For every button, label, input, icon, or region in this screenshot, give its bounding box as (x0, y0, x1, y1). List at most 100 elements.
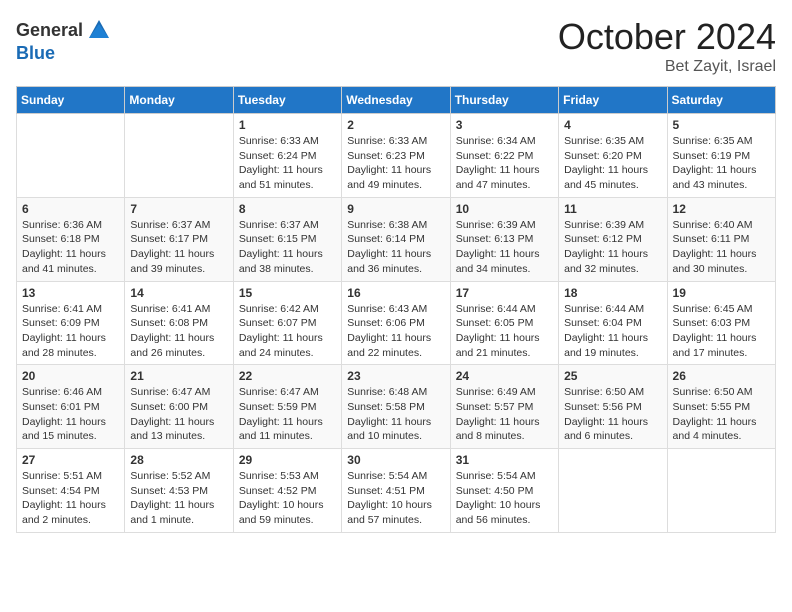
day-number: 18 (564, 286, 661, 300)
day-number: 23 (347, 369, 444, 383)
calendar-day-cell: 15Sunrise: 6:42 AMSunset: 6:07 PMDayligh… (233, 281, 341, 365)
day-number: 11 (564, 202, 661, 216)
day-number: 6 (22, 202, 119, 216)
calendar-day-cell (667, 449, 775, 533)
calendar-day-cell: 13 Sunrise: 6:41 AMSunset: 6:09 PMDayligh… (17, 281, 125, 365)
weekday-header-friday: Friday (559, 87, 667, 114)
day-info: Sunrise: 5:52 AMSunset: 4:53 PMDaylight:… (130, 469, 227, 528)
day-number: 3 (456, 118, 553, 132)
weekday-header-row: SundayMondayTuesdayWednesdayThursdayFrid… (17, 87, 776, 114)
calendar-day-cell (17, 114, 125, 198)
day-info: Sunrise: 6:42 AMSunset: 6:07 PMDaylight:… (239, 302, 336, 361)
day-info: Sunrise: 6:36 AMSunset: 6:18 PMDaylight:… (22, 218, 119, 277)
day-info: Sunrise: 6:50 AMSunset: 5:55 PMDaylight:… (673, 385, 770, 444)
location-subtitle: Bet Zayit, Israel (558, 58, 776, 76)
day-info: Sunrise: 5:53 AMSunset: 4:52 PMDaylight:… (239, 469, 336, 528)
calendar-day-cell: 16 Sunrise: 6:43 AMSunset: 6:06 PMDayligh… (342, 281, 450, 365)
day-number: 16 (347, 286, 444, 300)
day-number: 21 (130, 369, 227, 383)
calendar-day-cell: 6 Sunrise: 6:36 AMSunset: 6:18 PMDaylight… (17, 197, 125, 281)
calendar-week-row: 27 Sunrise: 5:51 AMSunset: 4:54 PMDayligh… (17, 449, 776, 533)
day-info: Sunrise: 6:45 AMSunset: 6:03 PMDaylight:… (673, 302, 770, 361)
calendar-day-cell: 19 Sunrise: 6:45 AMSunset: 6:03 PMDayligh… (667, 281, 775, 365)
day-number: 24 (456, 369, 553, 383)
day-info: Sunrise: 6:37 AMSunset: 6:15 PMDaylight:… (239, 218, 336, 277)
calendar-week-row: 1 Sunrise: 6:33 AMSunset: 6:24 PMDaylight… (17, 114, 776, 198)
day-number: 27 (22, 453, 119, 467)
calendar-day-cell: 29 Sunrise: 5:53 AMSunset: 4:52 PMDayligh… (233, 449, 341, 533)
calendar-day-cell: 12 Sunrise: 6:40 AMSunset: 6:11 PMDayligh… (667, 197, 775, 281)
logo-icon (85, 16, 113, 44)
weekday-header-tuesday: Tuesday (233, 87, 341, 114)
day-number: 20 (22, 369, 119, 383)
logo-text-general: General (16, 21, 83, 39)
day-info: Sunrise: 6:35 AMSunset: 6:20 PMDaylight:… (564, 134, 661, 193)
logo-text-blue: Blue (16, 43, 55, 63)
day-info: Sunrise: 6:43 AMSunset: 6:06 PMDaylight:… (347, 302, 444, 361)
title-area: October 2024 Bet Zayit, Israel (558, 16, 776, 76)
calendar-table: SundayMondayTuesdayWednesdayThursdayFrid… (16, 86, 776, 533)
calendar-day-cell: 1 Sunrise: 6:33 AMSunset: 6:24 PMDaylight… (233, 114, 341, 198)
weekday-header-thursday: Thursday (450, 87, 558, 114)
calendar-week-row: 13 Sunrise: 6:41 AMSunset: 6:09 PMDayligh… (17, 281, 776, 365)
calendar-day-cell: 7 Sunrise: 6:37 AMSunset: 6:17 PMDaylight… (125, 197, 233, 281)
day-info: Sunrise: 6:41 AMSunset: 6:08 PMDaylight:… (130, 302, 227, 361)
calendar-day-cell: 4 Sunrise: 6:35 AMSunset: 6:20 PMDaylight… (559, 114, 667, 198)
calendar-day-cell: 20 Sunrise: 6:46 AMSunset: 6:01 PMDayligh… (17, 365, 125, 449)
day-info: Sunrise: 6:33 AMSunset: 6:24 PMDaylight:… (239, 134, 336, 193)
calendar-day-cell: 24 Sunrise: 6:49 AMSunset: 5:57 PMDayligh… (450, 365, 558, 449)
day-number: 4 (564, 118, 661, 132)
day-number: 19 (673, 286, 770, 300)
calendar-day-cell: 30 Sunrise: 5:54 AMSunset: 4:51 PMDayligh… (342, 449, 450, 533)
day-info: Sunrise: 6:38 AMSunset: 6:14 PMDaylight:… (347, 218, 444, 277)
day-info: Sunrise: 6:44 AMSunset: 6:04 PMDaylight:… (564, 302, 661, 361)
calendar-day-cell: 18 Sunrise: 6:44 AMSunset: 6:04 PMDayligh… (559, 281, 667, 365)
day-info: Sunrise: 6:47 AMSunset: 6:00 PMDaylight:… (130, 385, 227, 444)
day-info: Sunrise: 6:40 AMSunset: 6:11 PMDaylight:… (673, 218, 770, 277)
calendar-day-cell: 9 Sunrise: 6:38 AMSunset: 6:14 PMDaylight… (342, 197, 450, 281)
day-number: 9 (347, 202, 444, 216)
calendar-day-cell (559, 449, 667, 533)
page-header: General Blue October 2024 Bet Zayit, Isr… (16, 16, 776, 76)
calendar-day-cell: 26 Sunrise: 6:50 AMSunset: 5:55 PMDayligh… (667, 365, 775, 449)
day-info: Sunrise: 6:41 AMSunset: 6:09 PMDaylight:… (22, 302, 119, 361)
day-number: 2 (347, 118, 444, 132)
calendar-day-cell: 28Sunrise: 5:52 AMSunset: 4:53 PMDayligh… (125, 449, 233, 533)
day-number: 14 (130, 286, 227, 300)
day-info: Sunrise: 6:47 AMSunset: 5:59 PMDaylight:… (239, 385, 336, 444)
day-number: 29 (239, 453, 336, 467)
day-number: 1 (239, 118, 336, 132)
day-number: 8 (239, 202, 336, 216)
calendar-day-cell: 25Sunrise: 6:50 AMSunset: 5:56 PMDayligh… (559, 365, 667, 449)
day-info: Sunrise: 6:34 AMSunset: 6:22 PMDaylight:… (456, 134, 553, 193)
day-info: Sunrise: 6:39 AMSunset: 6:13 PMDaylight:… (456, 218, 553, 277)
weekday-header-saturday: Saturday (667, 87, 775, 114)
calendar-day-cell (125, 114, 233, 198)
day-number: 26 (673, 369, 770, 383)
day-info: Sunrise: 5:51 AMSunset: 4:54 PMDaylight:… (22, 469, 119, 528)
day-info: Sunrise: 6:37 AMSunset: 6:17 PMDaylight:… (130, 218, 227, 277)
day-number: 31 (456, 453, 553, 467)
day-info: Sunrise: 6:33 AMSunset: 6:23 PMDaylight:… (347, 134, 444, 193)
day-info: Sunrise: 6:49 AMSunset: 5:57 PMDaylight:… (456, 385, 553, 444)
day-number: 22 (239, 369, 336, 383)
day-info: Sunrise: 6:44 AMSunset: 6:05 PMDaylight:… (456, 302, 553, 361)
day-info: Sunrise: 5:54 AMSunset: 4:51 PMDaylight:… (347, 469, 444, 528)
calendar-day-cell: 14 Sunrise: 6:41 AMSunset: 6:08 PMDayligh… (125, 281, 233, 365)
day-number: 30 (347, 453, 444, 467)
day-number: 12 (673, 202, 770, 216)
day-info: Sunrise: 6:46 AMSunset: 6:01 PMDaylight:… (22, 385, 119, 444)
calendar-week-row: 6 Sunrise: 6:36 AMSunset: 6:18 PMDaylight… (17, 197, 776, 281)
calendar-day-cell: 31Sunrise: 5:54 AMSunset: 4:50 PMDayligh… (450, 449, 558, 533)
calendar-day-cell: 21 Sunrise: 6:47 AMSunset: 6:00 PMDayligh… (125, 365, 233, 449)
day-number: 13 (22, 286, 119, 300)
weekday-header-monday: Monday (125, 87, 233, 114)
day-info: Sunrise: 6:35 AMSunset: 6:19 PMDaylight:… (673, 134, 770, 193)
calendar-day-cell: 17 Sunrise: 6:44 AMSunset: 6:05 PMDayligh… (450, 281, 558, 365)
weekday-header-wednesday: Wednesday (342, 87, 450, 114)
calendar-day-cell: 27 Sunrise: 5:51 AMSunset: 4:54 PMDayligh… (17, 449, 125, 533)
day-number: 7 (130, 202, 227, 216)
calendar-day-cell: 22 Sunrise: 6:47 AMSunset: 5:59 PMDayligh… (233, 365, 341, 449)
day-number: 17 (456, 286, 553, 300)
logo: General Blue (16, 16, 113, 64)
